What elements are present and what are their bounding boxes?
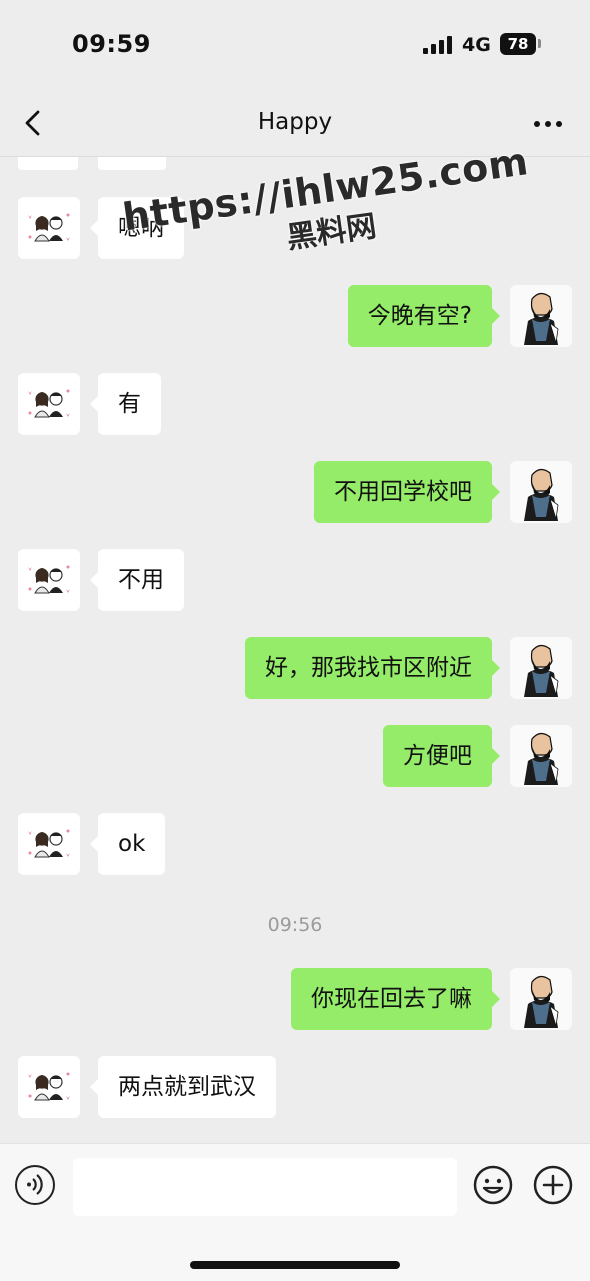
battery-tip xyxy=(538,39,541,48)
my-avatar[interactable] xyxy=(510,725,572,787)
input-bar xyxy=(0,1143,590,1281)
incoming-message[interactable]: 嗯呐 xyxy=(90,197,184,259)
chat-messages[interactable]: 嗯呐 今晚有空? 有 不用回学校吧 不用 好，那我找市区附近 方便吧 ok 09… xyxy=(0,157,590,1143)
contact-avatar[interactable] xyxy=(18,813,80,875)
more-dots-icon[interactable] xyxy=(532,121,564,129)
outgoing-message[interactable]: 你现在回去了嘛 xyxy=(291,968,500,1030)
contact-avatar[interactable] xyxy=(18,373,80,435)
outgoing-message[interactable]: 不用回学校吧 xyxy=(314,461,500,523)
nav-bar: Happy xyxy=(0,90,590,157)
incoming-message[interactable]: 有 xyxy=(90,373,161,435)
partial-avatar xyxy=(18,157,78,170)
plus-icon[interactable] xyxy=(533,1165,573,1205)
status-bar: 09:59 4G 78 xyxy=(0,0,590,90)
home-indicator xyxy=(190,1261,400,1269)
incoming-message[interactable]: ok xyxy=(89,813,166,875)
signal-icon xyxy=(423,36,453,54)
battery-icon: 78 xyxy=(500,33,536,55)
outgoing-message[interactable]: 方便吧 xyxy=(383,725,500,787)
emoji-icon[interactable] xyxy=(473,1165,513,1205)
my-avatar[interactable] xyxy=(510,637,572,699)
network-label: 4G xyxy=(462,34,491,56)
incoming-message[interactable]: 不用 xyxy=(90,549,184,611)
my-avatar[interactable] xyxy=(510,285,572,347)
message-input[interactable] xyxy=(73,1158,457,1216)
incoming-message[interactable]: 两点就到武汉 xyxy=(90,1056,276,1118)
chat-title: Happy xyxy=(257,109,333,135)
status-time: 09:59 xyxy=(72,30,151,58)
my-avatar[interactable] xyxy=(510,461,572,523)
outgoing-message[interactable]: 好，那我找市区附近 xyxy=(245,637,500,699)
contact-avatar[interactable] xyxy=(18,549,80,611)
voice-icon[interactable] xyxy=(15,1165,55,1205)
outgoing-message[interactable]: 今晚有空? xyxy=(347,285,501,347)
partial-bubble xyxy=(98,157,166,170)
my-avatar[interactable] xyxy=(510,968,572,1030)
contact-avatar[interactable] xyxy=(18,197,80,259)
message-timestamp: 09:56 xyxy=(267,914,323,936)
contact-avatar[interactable] xyxy=(18,1056,80,1118)
